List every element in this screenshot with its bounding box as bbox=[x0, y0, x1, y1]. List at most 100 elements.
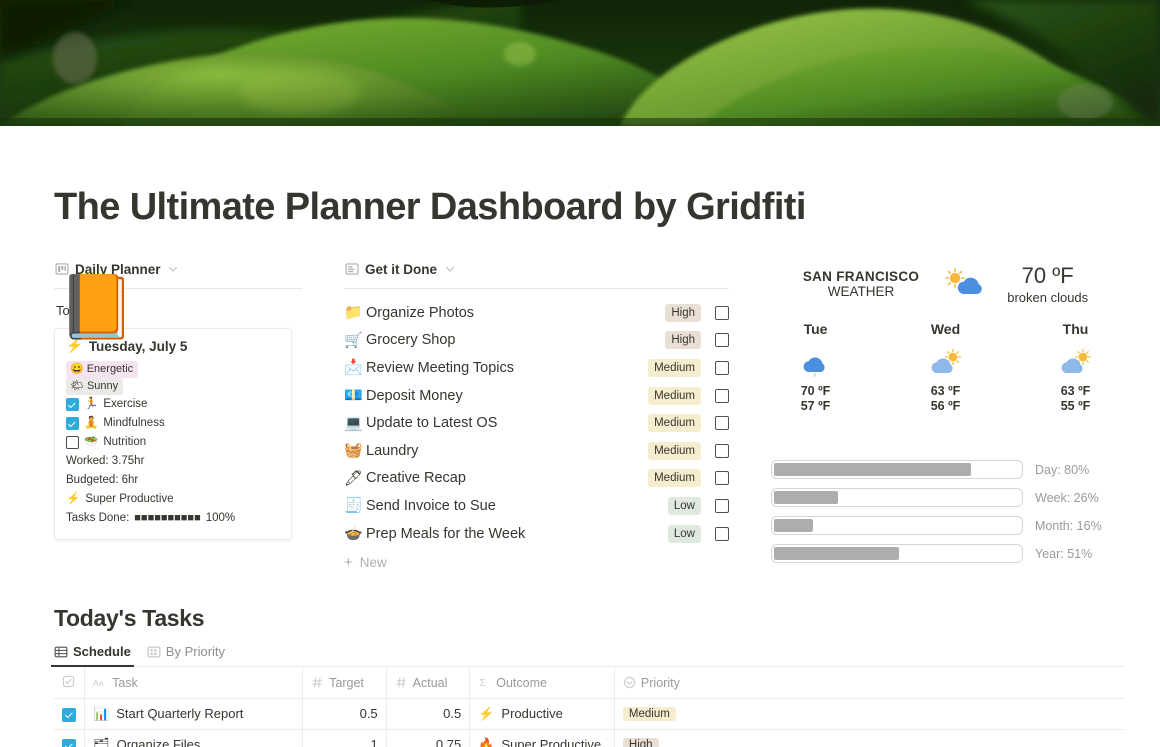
task-emoji: 📊 bbox=[93, 706, 109, 722]
todo-label: Laundry bbox=[366, 443, 648, 459]
habit-checkbox-nutrition[interactable] bbox=[66, 436, 79, 449]
header-outcome-label: Outcome bbox=[496, 676, 547, 690]
mood-emoji: 😄 bbox=[70, 362, 84, 377]
outcome-label: Super Productive bbox=[85, 490, 173, 509]
habit-row-mindfulness[interactable]: 🧘 Mindfulness bbox=[66, 414, 280, 433]
progress-bars: Day: 80%Week: 26%Month: 16%Year: 51% bbox=[771, 460, 1120, 563]
habit-label: Mindfulness bbox=[103, 414, 164, 433]
task-name: Organize Files bbox=[117, 737, 201, 747]
number-property-icon bbox=[395, 676, 408, 689]
todo-item[interactable]: 🖊Creative RecapMedium bbox=[344, 465, 729, 493]
row-checkbox-cell[interactable] bbox=[54, 698, 85, 729]
todo-label: Grocery Shop bbox=[366, 332, 665, 348]
habit-checkbox-mindfulness[interactable] bbox=[66, 417, 79, 430]
todo-item[interactable]: 🧺LaundryMedium bbox=[344, 437, 729, 465]
todo-item[interactable]: 🛒Grocery ShopHigh bbox=[344, 327, 729, 355]
tab-schedule-label: Schedule bbox=[73, 644, 131, 659]
todo-checkbox[interactable] bbox=[715, 333, 729, 347]
todo-emoji: 🖊 bbox=[344, 471, 366, 486]
get-it-done-title: Get it Done bbox=[365, 262, 437, 277]
notebook-icon[interactable]: 📙 bbox=[58, 274, 126, 342]
chevron-down-icon[interactable] bbox=[443, 263, 456, 276]
planner-card[interactable]: ⚡ Tuesday, July 5 😄 Energetic 🌤 Sunny bbox=[54, 328, 292, 540]
progress-fill bbox=[774, 491, 838, 504]
cell-task: 📊Start Quarterly Report bbox=[85, 698, 303, 729]
progress-bar-row: Week: 26% bbox=[771, 488, 1120, 507]
chevron-down-icon[interactable] bbox=[167, 263, 180, 276]
tab-schedule[interactable]: Schedule bbox=[54, 644, 131, 666]
todo-emoji: 📁 bbox=[344, 305, 366, 320]
progress-label: Day: 80% bbox=[1035, 463, 1089, 477]
todo-priority-tag: Low bbox=[668, 497, 701, 515]
todo-item[interactable]: 💻Update to Latest OSMedium bbox=[344, 409, 729, 437]
todo-checkbox[interactable] bbox=[715, 306, 729, 320]
todo-checkbox[interactable] bbox=[715, 416, 729, 430]
todo-item[interactable]: 📁Organize PhotosHigh bbox=[344, 299, 729, 327]
todo-priority-tag: Medium bbox=[648, 359, 701, 377]
row-checkbox[interactable] bbox=[62, 739, 76, 747]
table-row[interactable]: 🗂Organize Files10.75🔥Super ProductiveHig… bbox=[54, 729, 1124, 747]
get-it-done-header[interactable]: Get it Done bbox=[344, 259, 729, 279]
todo-checkbox[interactable] bbox=[715, 527, 729, 541]
habit-emoji: 🧘 bbox=[84, 414, 98, 433]
add-new-label: New bbox=[360, 555, 387, 570]
outcome-line: ⚡ Super Productive bbox=[66, 490, 280, 509]
forecast-day: Thu63 ºF55 ºF bbox=[1044, 321, 1108, 414]
todo-item[interactable]: 🍲Prep Meals for the WeekLow bbox=[344, 520, 729, 548]
tab-by-priority[interactable]: By Priority bbox=[147, 644, 225, 666]
dashboard-top-row: Daily Planner Today 6 ⚡ Tuesday, July 5 bbox=[0, 259, 1160, 575]
header-priority-label: Priority bbox=[641, 676, 680, 690]
header-task-label: Task bbox=[112, 676, 138, 690]
header-actual-label: Actual bbox=[413, 676, 448, 690]
gallery-view-icon bbox=[147, 645, 161, 659]
weather-city-sub: WEATHER bbox=[803, 284, 919, 299]
weather-tag: 🌤 Sunny bbox=[66, 378, 123, 395]
todo-emoji: 📩 bbox=[344, 360, 366, 375]
header-target[interactable]: Target bbox=[303, 667, 387, 698]
habit-checkbox-exercise[interactable] bbox=[66, 398, 79, 411]
row-checkbox-cell[interactable] bbox=[54, 729, 85, 747]
header-priority[interactable]: Priority bbox=[614, 667, 1124, 698]
page-cover-banner bbox=[0, 0, 1160, 126]
todo-item[interactable]: 📩Review Meeting TopicsMedium bbox=[344, 354, 729, 382]
weather-line: 🌤 Sunny bbox=[66, 378, 280, 395]
todo-checkbox[interactable] bbox=[715, 444, 729, 458]
header-task[interactable]: Aa Task bbox=[85, 667, 303, 698]
checkbox-header-icon bbox=[62, 675, 75, 688]
habit-emoji: 🏃 bbox=[84, 395, 98, 414]
habit-emoji: 🥗 bbox=[84, 433, 98, 452]
tasks-table: Aa Task Target bbox=[54, 667, 1124, 747]
row-checkbox[interactable] bbox=[62, 708, 76, 722]
todo-item[interactable]: 🧾Send Invoice to SueLow bbox=[344, 492, 729, 520]
cell-task: 🗂Organize Files bbox=[85, 729, 303, 747]
todo-priority-tag: Medium bbox=[648, 442, 701, 460]
todo-label: Send Invoice to Sue bbox=[366, 498, 668, 514]
todo-checkbox[interactable] bbox=[715, 361, 729, 375]
habit-row-exercise[interactable]: 🏃 Exercise bbox=[66, 395, 280, 414]
todo-item[interactable]: 💶Deposit MoneyMedium bbox=[344, 382, 729, 410]
header-actual[interactable]: Actual bbox=[386, 667, 470, 698]
svg-text:Aa: Aa bbox=[93, 678, 104, 688]
divider bbox=[344, 288, 729, 289]
header-outcome[interactable]: Σ Outcome bbox=[470, 667, 615, 698]
add-new-todo-button[interactable]: + New bbox=[344, 549, 729, 575]
table-row[interactable]: 📊Start Quarterly Report0.50.5⚡Productive… bbox=[54, 698, 1124, 729]
cell-actual: 0.75 bbox=[386, 729, 470, 747]
outcome-text: Super Productive bbox=[501, 737, 601, 747]
todo-checkbox[interactable] bbox=[715, 499, 729, 513]
progress-fill bbox=[774, 463, 971, 476]
todays-tasks-heading: Today's Tasks bbox=[54, 605, 1124, 632]
number-property-icon bbox=[311, 676, 324, 689]
todo-priority-tag: High bbox=[665, 331, 701, 349]
habit-row-nutrition[interactable]: 🥗 Nutrition bbox=[66, 433, 280, 452]
todo-priority-tag: High bbox=[665, 304, 701, 322]
header-checkbox-column[interactable] bbox=[54, 667, 85, 698]
progress-fill bbox=[774, 519, 813, 532]
todo-checkbox[interactable] bbox=[715, 471, 729, 485]
todo-checkbox[interactable] bbox=[715, 389, 729, 403]
todo-emoji: 💶 bbox=[344, 388, 366, 403]
tasks-done-label: Tasks Done: bbox=[66, 509, 129, 528]
progress-bar-row: Day: 80% bbox=[771, 460, 1120, 479]
weather-and-progress-section: SAN FRANCISCO WEATHER bbox=[771, 259, 1120, 572]
progress-bar-row: Month: 16% bbox=[771, 516, 1120, 535]
